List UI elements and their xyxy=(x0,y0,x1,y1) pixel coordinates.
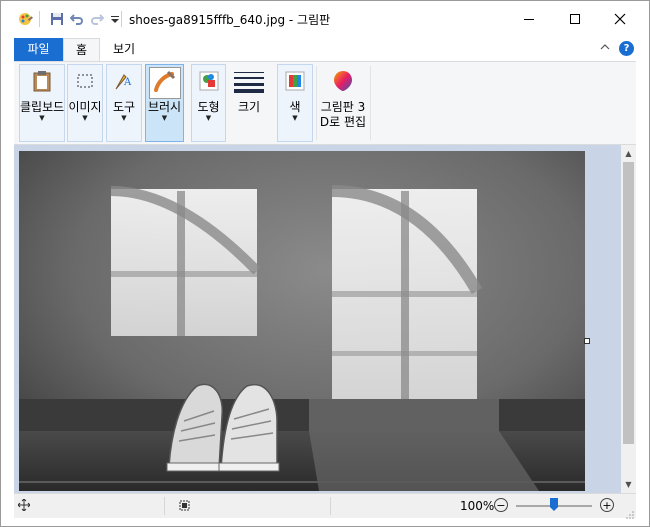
shapes-icon xyxy=(197,69,221,93)
maximize-button[interactable] xyxy=(552,4,598,34)
minimize-icon xyxy=(524,19,534,20)
undo-icon[interactable] xyxy=(68,10,86,28)
close-button[interactable] xyxy=(597,4,643,34)
size-icon xyxy=(234,69,264,93)
shapes-group[interactable]: 도형 ▼ xyxy=(191,64,226,142)
maximize-icon xyxy=(570,14,580,24)
zoom-out-button[interactable]: − xyxy=(494,498,508,512)
clipboard-group[interactable]: 클립보드 ▼ xyxy=(19,64,65,142)
shapes-label: 도형 xyxy=(197,100,220,114)
chevron-down-icon: ▼ xyxy=(205,114,212,122)
chevron-down-icon: ▼ xyxy=(292,114,298,122)
scroll-up-icon[interactable]: ▲ xyxy=(621,145,636,162)
close-icon xyxy=(614,13,626,25)
edit-with-paint3d-button[interactable]: 그림판 3 D로 편집 xyxy=(317,64,369,142)
clipboard-label: 클립보드 xyxy=(20,100,65,114)
scrollbar-thumb[interactable] xyxy=(623,162,634,444)
svg-text:A: A xyxy=(123,77,132,88)
ribbon-tabs: 파일 홈 보기 ? xyxy=(0,38,650,61)
color-icon xyxy=(283,69,307,93)
brush-group[interactable]: 브러시 ▼ xyxy=(145,64,184,142)
tools-label: 도구 xyxy=(112,100,136,114)
status-bar: 100% − + xyxy=(14,493,636,519)
size-label: 크기 xyxy=(237,100,261,114)
paint-app-icon[interactable] xyxy=(17,10,35,28)
paint3d-label-line2: D로 편집 xyxy=(319,115,367,129)
selection-size-icon xyxy=(178,499,191,515)
tools-icon: A xyxy=(112,69,136,93)
chevron-down-icon: ▼ xyxy=(121,114,127,122)
chevron-down-icon: ▼ xyxy=(82,114,88,122)
image-canvas[interactable] xyxy=(19,151,585,491)
collapse-ribbon-icon[interactable] xyxy=(600,42,610,55)
paint3d-icon xyxy=(331,69,355,93)
chevron-down-icon: ▼ xyxy=(39,114,45,122)
title-bar: shoes-ga8915fffb_640.jpg - 그림판 xyxy=(0,0,650,38)
minimize-button[interactable] xyxy=(506,4,552,34)
chevron-down-icon: ▼ xyxy=(161,114,168,122)
brush-label: 브러시 xyxy=(147,100,182,114)
color-label: 색 xyxy=(289,100,301,114)
tab-home[interactable]: 홈 xyxy=(63,38,100,61)
ribbon-home: 클립보드 ▼ 이미지 ▼ A 도구 ▼ 브러시 ▼ 도형 ▼ 크기 색 ▼ 그림… xyxy=(14,61,636,145)
zoom-slider-thumb[interactable] xyxy=(550,498,558,511)
color-group[interactable]: 색 ▼ xyxy=(277,64,313,142)
shoes-photo xyxy=(19,151,585,491)
window-title: shoes-ga8915fffb_640.jpg - 그림판 xyxy=(129,13,331,27)
scroll-down-icon[interactable]: ▼ xyxy=(621,476,636,493)
tab-file[interactable]: 파일 xyxy=(14,38,63,61)
resize-grip-icon[interactable] xyxy=(626,508,634,519)
zoom-level: 100% xyxy=(460,499,495,513)
help-icon[interactable]: ? xyxy=(619,41,634,56)
size-group[interactable]: 크기 xyxy=(229,64,269,142)
brush-icon xyxy=(148,67,181,99)
redo-icon[interactable] xyxy=(88,10,106,28)
cursor-position-icon xyxy=(17,498,31,514)
image-label: 이미지 xyxy=(68,100,102,114)
clipboard-icon xyxy=(30,69,54,93)
tab-view[interactable]: 보기 xyxy=(104,38,144,61)
save-icon[interactable] xyxy=(48,10,66,28)
canvas-resize-handle[interactable] xyxy=(584,338,590,344)
image-group[interactable]: 이미지 ▼ xyxy=(67,64,103,142)
select-icon xyxy=(73,69,97,93)
tools-group[interactable]: A 도구 ▼ xyxy=(106,64,142,142)
zoom-in-button[interactable]: + xyxy=(600,498,614,512)
